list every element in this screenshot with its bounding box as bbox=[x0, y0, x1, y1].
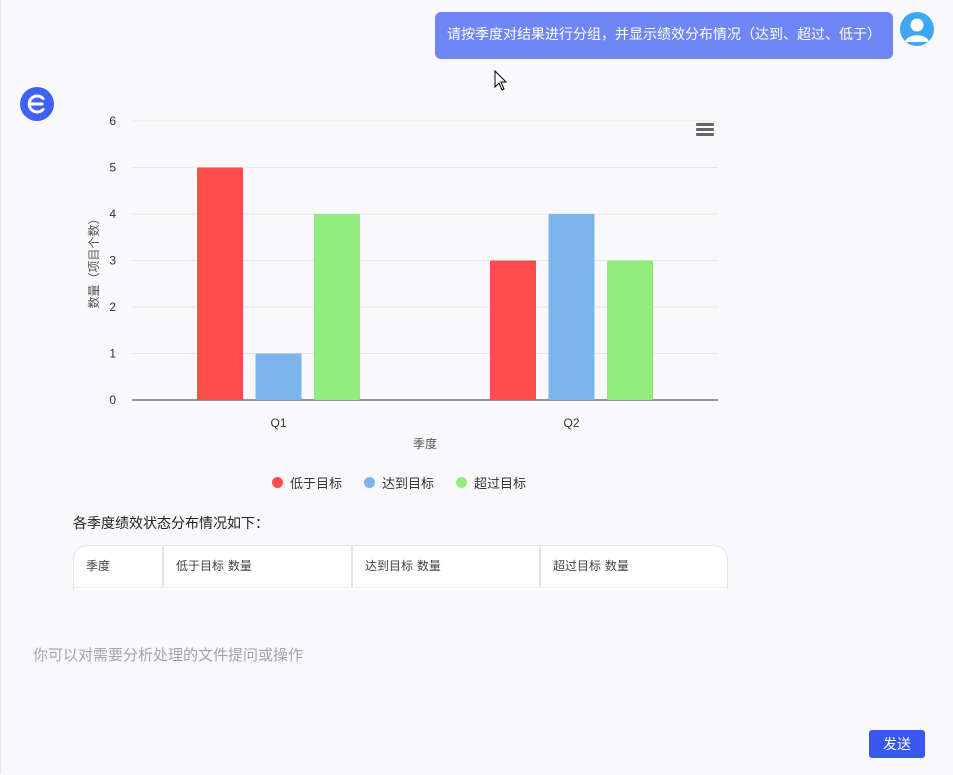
y-tick-label: 5 bbox=[109, 161, 116, 175]
mouse-cursor-icon bbox=[494, 69, 508, 92]
legend-item-exceed[interactable]: 超过目标 bbox=[456, 473, 526, 492]
bar bbox=[197, 167, 243, 400]
send-button[interactable]: 发送 bbox=[869, 730, 925, 758]
table-header-exceed: 超过目标 数量 bbox=[553, 559, 629, 573]
legend-item-meet[interactable]: 达到目标 bbox=[364, 473, 434, 492]
bar-chart: 0 1 2 3 4 5 6 Q1 Q2 季度 数量（项目个数） bbox=[70, 105, 730, 505]
y-tick-label: 6 bbox=[109, 114, 116, 128]
hamburger-menu-icon[interactable] bbox=[696, 123, 714, 137]
legend-label: 超过目标 bbox=[474, 477, 527, 492]
bar bbox=[607, 260, 653, 400]
x-axis-title: 季度 bbox=[413, 436, 437, 451]
y-tick-label: 2 bbox=[109, 300, 116, 314]
y-axis-title: 数量（项目个数） bbox=[86, 212, 101, 308]
bar bbox=[314, 214, 360, 400]
legend-label: 达到目标 bbox=[382, 477, 435, 492]
legend-dot bbox=[364, 477, 376, 488]
assistant-summary-text: 各季度绩效状态分布情况如下： bbox=[73, 516, 269, 532]
y-tick-label: 3 bbox=[109, 254, 116, 268]
table-header-row: 季度 低于目标 数量 达到目标 数量 超过目标 数量 bbox=[74, 546, 727, 588]
legend-dot bbox=[272, 477, 283, 488]
user-avatar-icon[interactable] bbox=[900, 12, 934, 46]
legend-dot bbox=[456, 477, 468, 488]
chart-svg: 0 1 2 3 4 5 6 Q1 Q2 季度 数量（项目个数） bbox=[86, 114, 718, 451]
bot-logo-icon bbox=[20, 87, 54, 121]
prompt-input[interactable] bbox=[33, 640, 853, 670]
bar bbox=[490, 260, 536, 400]
x-tick-label: Q1 bbox=[270, 416, 286, 430]
distribution-table: 季度 低于目标 数量 达到目标 数量 超过目标 数量 bbox=[73, 545, 728, 590]
legend-item-below[interactable]: 低于目标 bbox=[272, 473, 342, 492]
bar bbox=[548, 214, 595, 400]
legend-label: 低于目标 bbox=[290, 477, 343, 492]
bar bbox=[255, 353, 302, 400]
table-header-quarter: 季度 bbox=[74, 546, 164, 587]
user-message-bubble: 请按季度对结果进行分组，并显示绩效分布情况（达到、超过、低于） bbox=[435, 12, 893, 59]
y-tick-label: 4 bbox=[109, 207, 116, 221]
y-tick-label: 0 bbox=[109, 393, 116, 407]
table-header-below: 低于目标 数量 bbox=[164, 546, 353, 587]
chart-legend: 低于目标 达到目标 超过目标 bbox=[272, 473, 526, 492]
y-tick-label: 1 bbox=[109, 347, 116, 361]
x-tick-label: Q2 bbox=[563, 416, 579, 430]
table-header-meet: 达到目标 数量 bbox=[353, 546, 541, 587]
